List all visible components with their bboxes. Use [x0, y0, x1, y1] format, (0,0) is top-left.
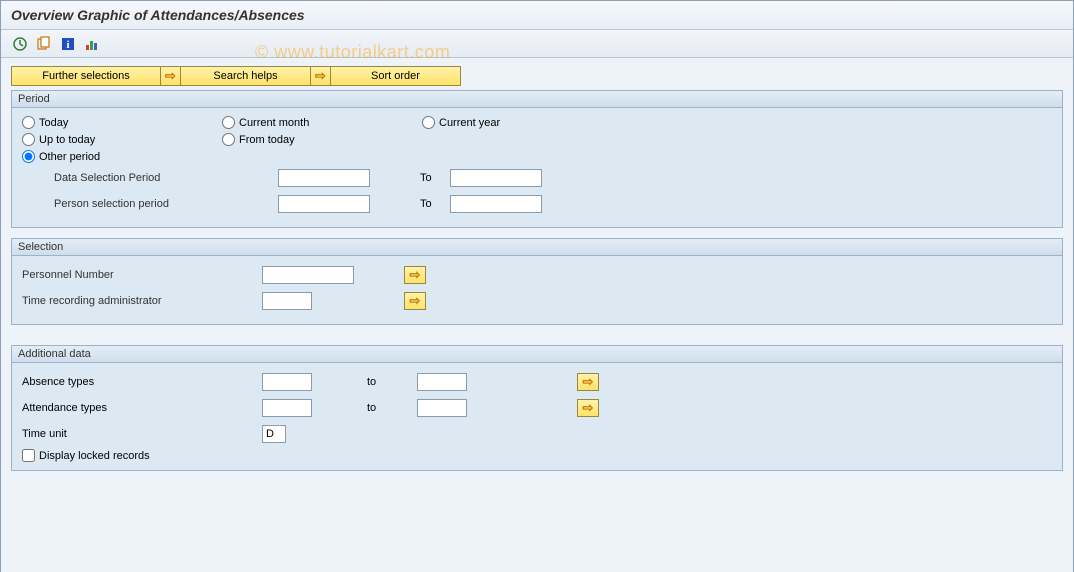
attendance-types-multi-button[interactable]: ⇨ [577, 399, 599, 417]
radio-today[interactable]: Today [22, 116, 222, 129]
toolbar: i [1, 30, 1073, 58]
to-label: to [367, 376, 417, 388]
absence-types-to-input[interactable] [417, 373, 467, 391]
attendance-types-label: Attendance types [22, 402, 262, 414]
display-locked-checkbox[interactable] [22, 449, 35, 462]
period-group: Period Today Current month Current year … [11, 90, 1063, 228]
data-selection-from-input[interactable] [278, 169, 370, 187]
radio-current-month[interactable]: Current month [222, 116, 422, 129]
time-unit-input[interactable] [262, 425, 286, 443]
arrow-right-icon: ⇨ [410, 267, 421, 283]
period-group-title: Period [12, 91, 1062, 108]
absence-types-multi-button[interactable]: ⇨ [577, 373, 599, 391]
further-selections-button[interactable]: Further selections [11, 66, 161, 86]
arrow-right-icon: ⇨ [410, 293, 421, 309]
svg-text:i: i [66, 39, 69, 51]
display-locked-label: Display locked records [39, 450, 150, 462]
variant-icon[interactable] [35, 35, 53, 53]
sort-order-button[interactable]: Sort order [331, 66, 461, 86]
content-area: Further selections ⇨ Search helps ⇨ Sort… [1, 58, 1073, 572]
selection-group: Selection Personnel Number ⇨ Time record… [11, 238, 1063, 325]
selection-group-title: Selection [12, 239, 1062, 256]
page-title: Overview Graphic of Attendances/Absences [1, 1, 1073, 30]
search-helps-arrow-icon[interactable]: ⇨ [161, 66, 181, 86]
personnel-number-multi-button[interactable]: ⇨ [404, 266, 426, 284]
execute-icon[interactable] [11, 35, 29, 53]
radio-other-period-label: Other period [39, 151, 100, 163]
radio-up-to-today-label: Up to today [39, 134, 95, 146]
time-admin-label: Time recording administrator [22, 295, 262, 307]
additional-data-group-title: Additional data [12, 346, 1062, 363]
radio-from-today-label: From today [239, 134, 295, 146]
selection-buttons: Further selections ⇨ Search helps ⇨ Sort… [11, 66, 1063, 86]
personnel-number-input[interactable] [262, 266, 354, 284]
arrow-right-icon: ⇨ [583, 400, 594, 416]
to-label: To [420, 172, 450, 184]
data-selection-to-input[interactable] [450, 169, 542, 187]
absence-types-from-input[interactable] [262, 373, 312, 391]
time-unit-label: Time unit [22, 428, 262, 440]
radio-today-label: Today [39, 117, 68, 129]
personnel-number-label: Personnel Number [22, 269, 262, 281]
radio-up-to-today[interactable]: Up to today [22, 133, 222, 146]
attendance-types-to-input[interactable] [417, 399, 467, 417]
search-helps-button[interactable]: Search helps [181, 66, 311, 86]
sort-order-arrow-icon[interactable]: ⇨ [311, 66, 331, 86]
time-admin-input[interactable] [262, 292, 312, 310]
radio-current-month-label: Current month [239, 117, 309, 129]
to-label: To [420, 198, 450, 210]
data-selection-period-label: Data Selection Period [38, 172, 278, 184]
arrow-right-icon: ⇨ [583, 374, 594, 390]
radio-current-year[interactable]: Current year [422, 116, 622, 129]
person-selection-period-label: Person selection period [38, 198, 278, 210]
radio-from-today[interactable]: From today [222, 133, 422, 146]
additional-data-group: Additional data Absence types to ⇨ Atten… [11, 345, 1063, 471]
radio-current-year-label: Current year [439, 117, 500, 129]
absence-types-label: Absence types [22, 376, 262, 388]
to-label: to [367, 402, 417, 414]
person-selection-from-input[interactable] [278, 195, 370, 213]
chart-icon[interactable] [83, 35, 101, 53]
person-selection-to-input[interactable] [450, 195, 542, 213]
attendance-types-from-input[interactable] [262, 399, 312, 417]
radio-other-period[interactable]: Other period [22, 150, 222, 163]
time-admin-multi-button[interactable]: ⇨ [404, 292, 426, 310]
info-icon[interactable]: i [59, 35, 77, 53]
